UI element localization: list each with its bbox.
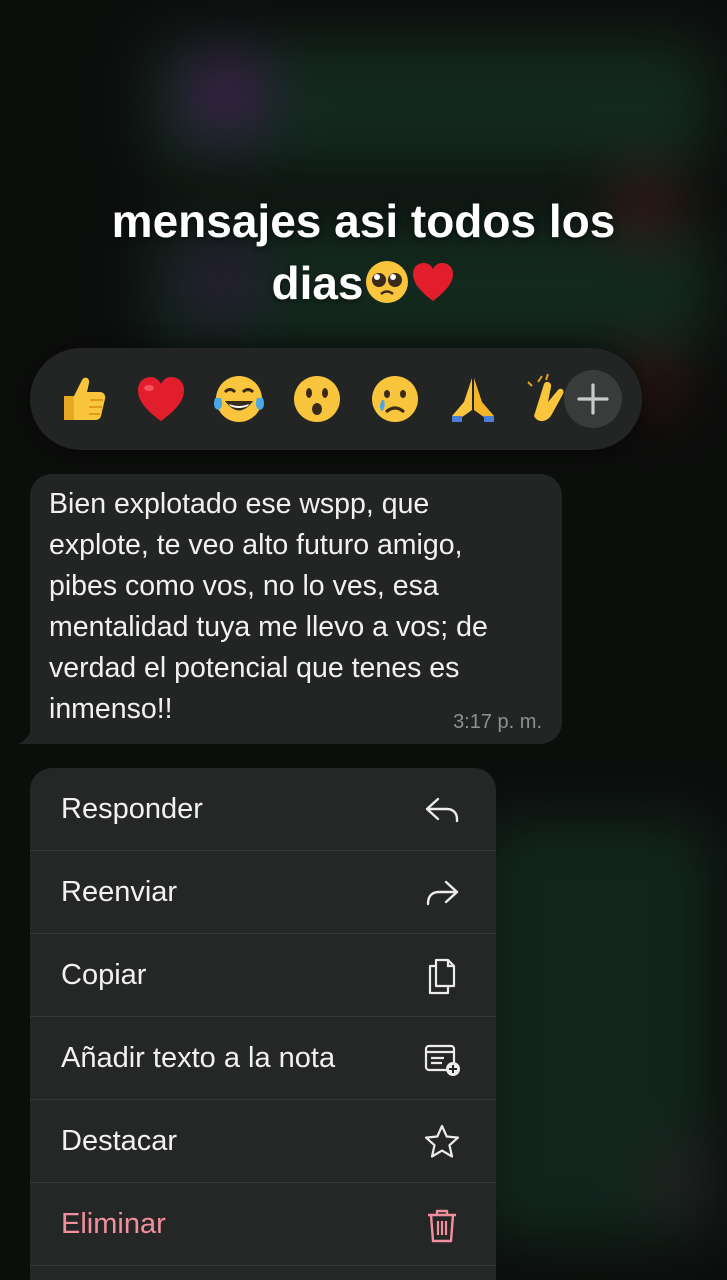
- reply-icon: [422, 790, 462, 830]
- reaction-surprised-face[interactable]: [290, 372, 344, 426]
- star-icon: [422, 1122, 462, 1162]
- red-heart-icon: [138, 377, 184, 421]
- reaction-red-heart[interactable]: [134, 372, 188, 426]
- surprised-face-icon: [294, 376, 340, 422]
- menu-item-label: Copiar: [61, 959, 147, 991]
- reaction-bar: [30, 348, 642, 450]
- reaction-folded-hands[interactable]: [446, 372, 500, 426]
- message-context-menu: Responder Reenviar Copiar Añadir texto a…: [30, 768, 496, 1280]
- red-heart-icon: [410, 258, 456, 304]
- caption-line-2: dias: [0, 252, 727, 314]
- menu-item-forward[interactable]: Reenviar: [30, 851, 496, 934]
- menu-item-label: Eliminar: [61, 1208, 166, 1240]
- caption-line-2-text: dias: [271, 257, 364, 309]
- copy-icon: [422, 956, 462, 996]
- trash-icon: [422, 1205, 462, 1245]
- menu-item-add-note[interactable]: Añadir texto a la nota: [30, 1017, 496, 1100]
- message-bubble[interactable]: Bien explotado ese wspp, que explote, te…: [30, 474, 562, 744]
- message-time: 3:17 p. m.: [453, 711, 542, 733]
- thumbs-up-icon: [64, 377, 106, 420]
- screen: mensajes asi todos los dias Bien explota…: [0, 0, 727, 1280]
- menu-item-delete[interactable]: Eliminar: [30, 1183, 496, 1266]
- menu-item-label: Añadir texto a la nota: [61, 1042, 336, 1074]
- reaction-crying-face[interactable]: [368, 372, 422, 426]
- reaction-thumbs-up[interactable]: [56, 372, 110, 426]
- add-note-icon: [422, 1039, 462, 1079]
- caption: mensajes asi todos los dias: [0, 190, 727, 314]
- plus-icon: [577, 383, 609, 415]
- reaction-tears-of-joy[interactable]: [212, 372, 266, 426]
- menu-item-reply[interactable]: Responder: [30, 768, 496, 851]
- menu-item-label: Destacar: [61, 1125, 178, 1157]
- menu-item-star[interactable]: Destacar: [30, 1100, 496, 1183]
- crying-face-icon: [372, 376, 418, 422]
- message-text: Bien explotado ese wspp, que explote, te…: [49, 488, 488, 725]
- caption-line-1: mensajes asi todos los: [111, 195, 616, 247]
- menu-item-label: Responder: [61, 793, 203, 825]
- folded-hands-icon: [452, 378, 494, 422]
- forward-icon: [422, 873, 462, 913]
- menu-item-label: Reenviar: [61, 876, 178, 908]
- pleading-face-icon: [364, 258, 410, 304]
- menu-item-copy[interactable]: Copiar: [30, 934, 496, 1017]
- more-reactions-button[interactable]: [564, 370, 622, 428]
- tears-of-joy-icon: [214, 376, 264, 422]
